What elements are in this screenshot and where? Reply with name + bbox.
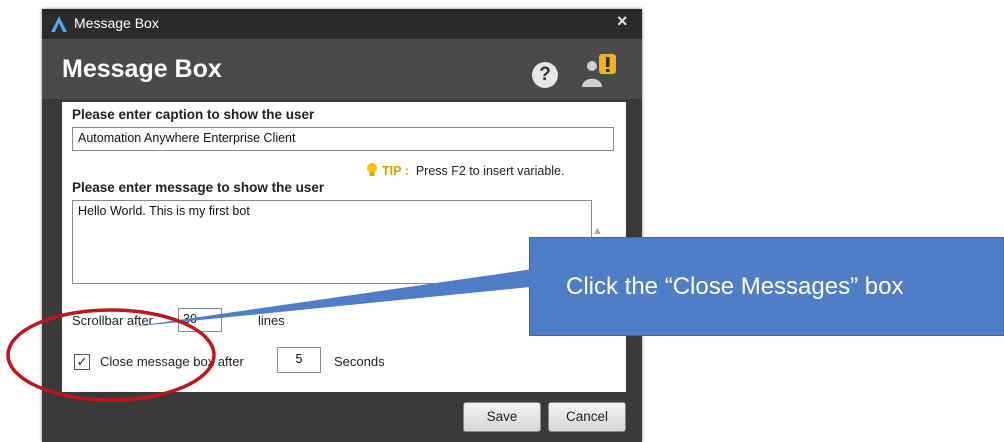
close-message-checkbox[interactable]: ✓ xyxy=(74,354,90,370)
lightbulb-icon xyxy=(367,163,377,176)
caption-label: Please enter caption to show the user xyxy=(72,107,315,122)
automation-anywhere-logo-icon xyxy=(51,16,67,32)
dialog-footer: Save Cancel xyxy=(42,392,642,442)
scrollbar-lines-input[interactable]: 30 xyxy=(178,308,222,332)
scrollbar-label: Scrollbar after xyxy=(72,313,153,328)
user-alert-icon[interactable] xyxy=(579,53,619,89)
close-after-unit: Seconds xyxy=(334,354,385,369)
cancel-button[interactable]: Cancel xyxy=(548,402,626,432)
instruction-callout: Click the “Close Messages” box xyxy=(529,237,1004,336)
title-bar: Message Box × xyxy=(42,9,642,39)
message-label: Please enter message to show the user xyxy=(72,180,325,195)
callout-text: Click the “Close Messages” box xyxy=(566,273,904,300)
save-button[interactable]: Save xyxy=(463,402,541,432)
tip-tag: TIP : xyxy=(382,164,409,178)
caption-input[interactable]: Automation Anywhere Enterprise Client xyxy=(72,127,614,151)
close-after-label: Close message box after xyxy=(100,354,244,369)
tip-text: Press F2 to insert variable. xyxy=(415,164,565,178)
scroll-up-icon[interactable]: ▲ xyxy=(592,225,603,237)
scrollbar-unit: lines xyxy=(258,313,285,328)
close-icon[interactable]: × xyxy=(617,11,628,32)
help-icon[interactable]: ? xyxy=(532,62,558,88)
message-textarea[interactable]: Hello World. This is my first bot xyxy=(72,200,592,284)
window-title: Message Box xyxy=(74,15,159,31)
page-title: Message Box xyxy=(62,55,222,83)
close-seconds-input[interactable]: 5 xyxy=(277,347,321,373)
caption-tip: TIP : Press F2 to insert variable. xyxy=(366,162,564,178)
message-box-dialog: Message Box × Message Box ? Please enter… xyxy=(42,9,642,442)
dialog-header: Message Box ? xyxy=(42,39,642,99)
